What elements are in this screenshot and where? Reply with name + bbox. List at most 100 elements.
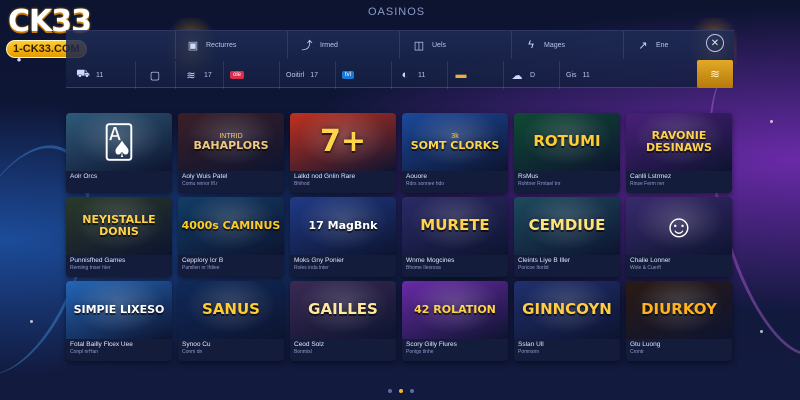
game-card[interactable]: 17 MagBnk Moks Gny Ponier Roles inda lnter xyxy=(290,197,396,277)
game-card[interactable]: 7+ Lalkd nod Gnlin Rare Bhihod xyxy=(290,113,396,193)
game-meta: RsMus Rohtner Rrntael tnr xyxy=(518,173,616,187)
game-logo-text: SANUS xyxy=(202,300,260,319)
close-button[interactable]: ✕ xyxy=(706,34,724,52)
game-card[interactable]: 🂡 Aolr Orcs xyxy=(66,113,172,193)
pagination-dot[interactable] xyxy=(388,389,392,393)
game-thumbnail: DIURKOY xyxy=(626,281,732,339)
game-provider: Rohtner Rrntael tnr xyxy=(518,181,561,187)
game-meta: Gtu Luong Crontr xyxy=(630,341,728,355)
game-meta: Canlli Lstrmez Rinse Ferm ner xyxy=(630,173,728,187)
game-name: Fotal Bailly Flcex Uee xyxy=(70,341,133,348)
game-meta: Chalie Lonner Wole & Cuerfl xyxy=(630,257,728,271)
nav-filter-count: 11 xyxy=(418,71,426,79)
game-meta: Sslan Ull Pomnsnn xyxy=(518,341,616,355)
game-logo-text: CEMDIUE xyxy=(528,216,606,235)
game-card[interactable]: ☺ Chalie Lonner Wole & Cuerfl xyxy=(626,197,732,277)
nav-filter-count: 11 xyxy=(96,71,104,79)
game-card[interactable]: ROTUMI RsMus Rohtner Rrntael tnr xyxy=(514,113,620,193)
nav-item-irmed[interactable]: ⤴ Irmed xyxy=(288,31,400,59)
pagination-dot[interactable] xyxy=(399,389,403,393)
nav-filter-badge-ole[interactable]: ole xyxy=(224,61,280,89)
game-card[interactable]: GAILLES Ceod Solz Bonmisl xyxy=(290,281,396,361)
game-thumbnail: 🂡 xyxy=(66,113,172,171)
nav-item-label: Ene xyxy=(656,41,669,49)
decor-spark xyxy=(30,320,33,323)
game-name: Aoly Wuis Patel xyxy=(182,173,228,180)
game-thumbnail: 17 MagBnk xyxy=(290,197,396,255)
cloud-icon: ☁ xyxy=(511,69,523,82)
game-provider: Crontr xyxy=(630,349,644,355)
game-thumbnail: MURETE xyxy=(402,197,508,255)
game-card[interactable]: SIMPIE LIXESO Fotal Bailly Flcex Uee Conpl… xyxy=(66,281,172,361)
game-thumbnail: 3k SOMT CLORKS xyxy=(402,113,508,171)
nav-filter-frame[interactable]: ▢ xyxy=(136,61,176,89)
nav-filter-gis[interactable]: Gis 11 xyxy=(560,61,630,89)
page-title: OASINOS xyxy=(368,6,426,18)
game-name: Wnme Mogcines xyxy=(406,257,455,264)
game-thumbnail: SIMPIE LIXESO xyxy=(66,281,172,339)
decor-spark xyxy=(760,330,763,333)
game-provider: Remiing tnser hler xyxy=(70,265,111,271)
nav-item-uels[interactable]: ◫ Uels xyxy=(400,31,512,59)
game-card[interactable]: DIURKOY Gtu Luong Crontr xyxy=(626,281,732,361)
game-name: Aolr Orcs xyxy=(70,173,98,180)
game-thumbnail: 4000s CAMINUS xyxy=(178,197,284,255)
nav-category-row: ▣ Recturres ⤴ Irmed ◫ Uels ϟ Mages ↗ Ene xyxy=(66,31,734,59)
game-meta: Punnisfhed Games Remiing tnser hler xyxy=(70,257,168,271)
nav-item-label: Irmed xyxy=(320,41,338,49)
game-thumbnail: RAVONIE DESINAWS xyxy=(626,113,732,171)
game-meta: Cepplory Icr B Pamllen nr Ifdiee xyxy=(182,257,280,271)
nav-spacer xyxy=(66,31,176,59)
brand-badge: tvl xyxy=(342,71,354,79)
close-icon: ✕ xyxy=(710,37,720,49)
game-card[interactable]: CEMDIUE Cleints Liye B Iller Poricoe Itorl… xyxy=(514,197,620,277)
game-card[interactable]: GINNCOYN Sslan Ull Pomnsnn xyxy=(514,281,620,361)
game-name: Canlli Lstrmez xyxy=(630,173,672,180)
game-card[interactable]: INTRID BAHAPLORS Aoly Wuis Patel Comu reino… xyxy=(178,113,284,193)
game-card[interactable]: 3k SOMT CLORKS Aouore Rdrs sonnee hdo xyxy=(402,113,508,193)
brand-badge: ole xyxy=(230,71,245,79)
nav-filter-count: D xyxy=(530,71,536,79)
game-card[interactable]: NEYISTALLE DONIS Punnisfhed Games Remiing … xyxy=(66,197,172,277)
game-thumbnail: CEMDIUE xyxy=(514,197,620,255)
nav-filter-cloud[interactable]: ☁ D xyxy=(504,61,560,89)
nav-prev-button[interactable]: • xyxy=(4,30,34,88)
game-name: Cepplory Icr B xyxy=(182,257,224,264)
game-name: Cleints Liye B Iller xyxy=(518,257,571,264)
game-provider: Roles inda lnter xyxy=(294,265,329,271)
game-thumbnail: ROTUMI xyxy=(514,113,620,171)
game-provider: Pamllen nr Ifdiee xyxy=(182,265,220,271)
nav-filter-palette[interactable]: ◐ 11 xyxy=(392,61,448,89)
nav-item-mages[interactable]: ϟ Mages xyxy=(512,31,624,59)
game-card[interactable]: 4000s CAMINUS Cepplory Icr B Pamllen nr If… xyxy=(178,197,284,277)
wifi-icon: ≋ xyxy=(186,69,196,82)
game-card[interactable]: MURETE Wnme Mogcines Bhome Ilesrosa xyxy=(402,197,508,277)
game-provider: Ponigs tlnhe xyxy=(406,349,434,355)
game-logo-text: NEYISTALLE DONIS xyxy=(82,213,156,238)
game-logo-text: GAILLES xyxy=(308,300,378,319)
chart-icon: ◫ xyxy=(413,39,425,52)
nav-filter-wifi[interactable]: ≋ 17 xyxy=(176,61,224,89)
game-meta: Cleints Liye B Iller Poricoe Itorlid xyxy=(518,257,616,271)
game-card[interactable]: SANUS Synoo Cu Conm dn xyxy=(178,281,284,361)
game-logo-text: SIMPIE LIXESO xyxy=(73,303,165,317)
nav-item-ene[interactable]: ↗ Ene xyxy=(624,31,704,59)
nav-filter-count: 17 xyxy=(310,71,319,79)
decor-spark xyxy=(770,120,773,123)
folder-icon: ▬ xyxy=(455,69,467,81)
game-meta: Synoo Cu Conm dn xyxy=(182,341,280,355)
nav-filter-ooitirl[interactable]: Ooitirl 17 xyxy=(280,61,336,89)
nav-filter-folder[interactable]: ▬ xyxy=(448,61,504,89)
game-logo-text: RAVONIE DESINAWS xyxy=(646,129,712,154)
pagination-dot[interactable] xyxy=(410,389,414,393)
nav-filter-cart[interactable]: ⛟ 11 xyxy=(66,61,136,89)
game-provider: Conpl nrHan xyxy=(70,349,99,355)
nav-item-recturres[interactable]: ▣ Recturres xyxy=(176,31,288,59)
game-card[interactable]: 42 ROLATION Scory Gilly Flures Ponigs tlnh… xyxy=(402,281,508,361)
game-logo-text: GINNCOYN xyxy=(522,300,612,319)
game-logo-text: ROTUMI xyxy=(533,132,601,151)
game-card[interactable]: RAVONIE DESINAWS Canlli Lstrmez Rinse Ferm… xyxy=(626,113,732,193)
nav-active-filter-button[interactable]: ≋ xyxy=(697,60,733,88)
game-logo-text: 42 ROLATION xyxy=(414,303,496,317)
nav-filter-badge-tvl[interactable]: tvl xyxy=(336,61,392,89)
